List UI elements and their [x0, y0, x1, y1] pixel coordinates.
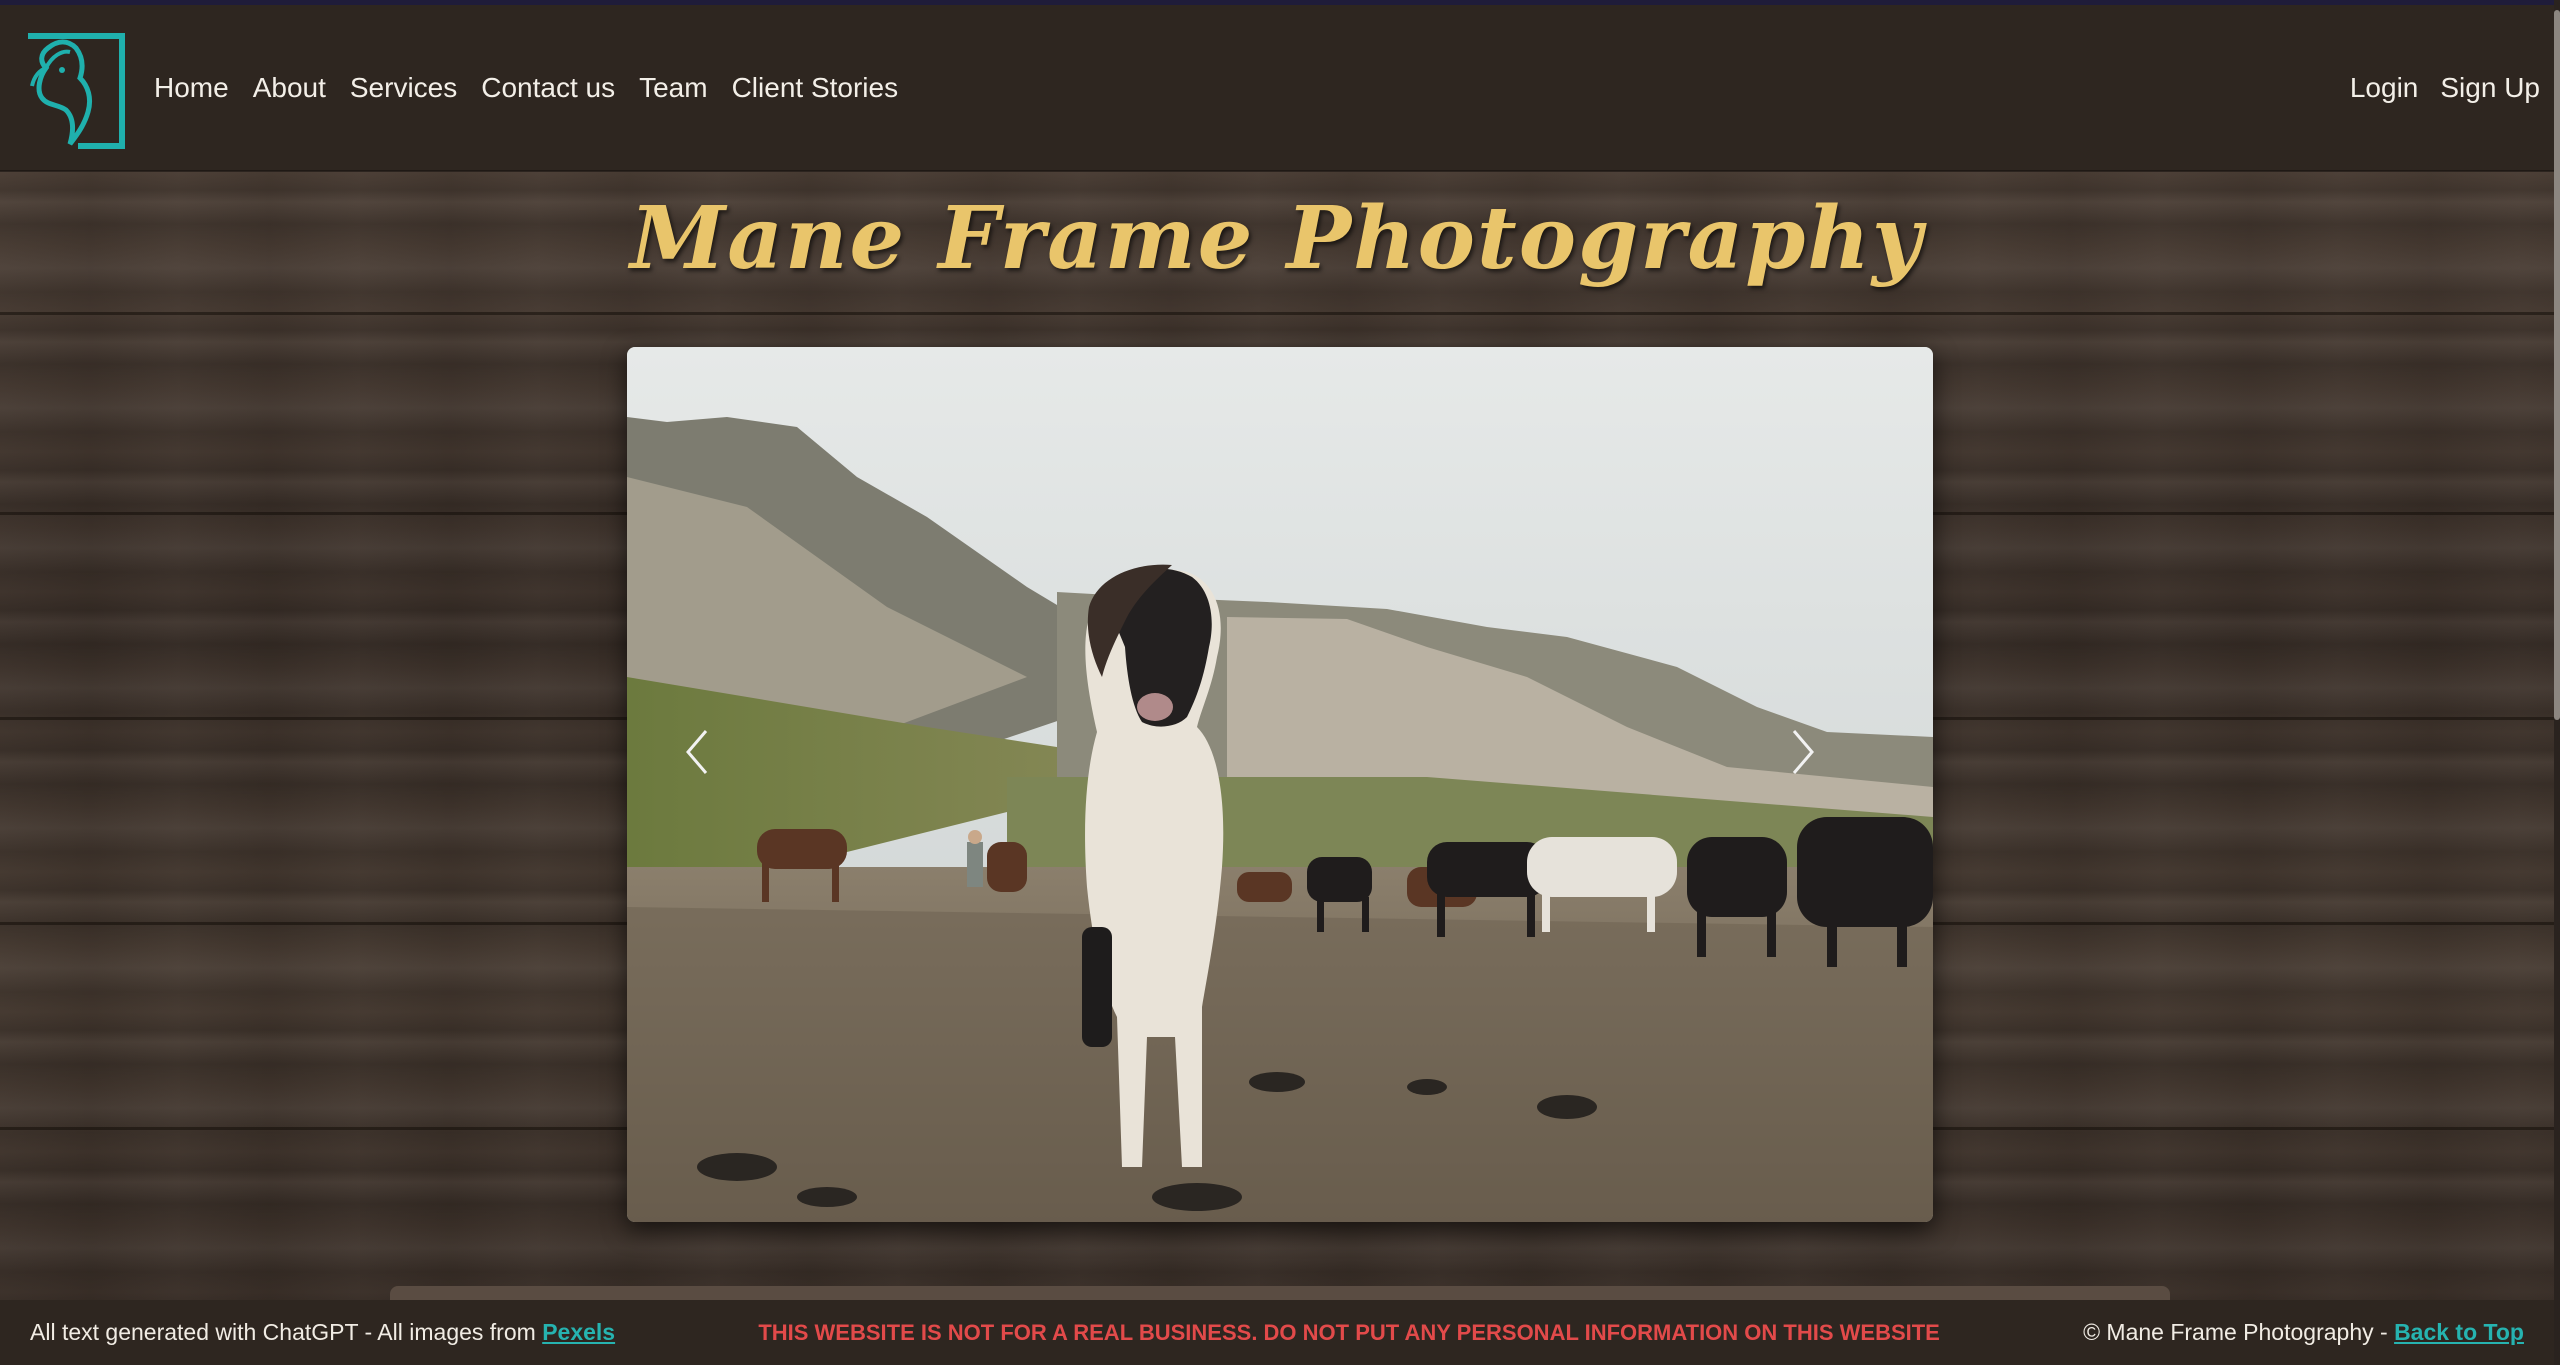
nav-team[interactable]: Team — [639, 72, 707, 104]
signup-link[interactable]: Sign Up — [2440, 72, 2540, 104]
footer-copyright: © Mane Frame Photography - Back to Top — [2083, 1319, 2524, 1346]
site-title: Mane Frame Photography — [630, 188, 1924, 289]
nav-about[interactable]: About — [253, 72, 326, 104]
footer: All text generated with ChatGPT - All im… — [0, 1300, 2554, 1365]
footer-credit: All text generated with ChatGPT - All im… — [30, 1319, 615, 1346]
main-nav: Home About Services Contact us Team Clie… — [154, 72, 922, 104]
back-to-top-link[interactable]: Back to Top — [2394, 1319, 2524, 1345]
chevron-right-icon — [1792, 730, 1814, 774]
carousel-prev-button[interactable] — [682, 727, 772, 837]
plank-divider — [0, 312, 2554, 315]
auth-links: Login Sign Up — [2328, 72, 2540, 104]
nav-home[interactable]: Home — [154, 72, 229, 104]
carousel-image-horses — [627, 347, 1933, 1222]
pexels-link[interactable]: Pexels — [542, 1319, 615, 1345]
nav-services[interactable]: Services — [350, 72, 457, 104]
nav-client-stories[interactable]: Client Stories — [732, 72, 899, 104]
carousel-next-button[interactable] — [1788, 727, 1878, 837]
footer-credit-text: All text generated with ChatGPT - All im… — [30, 1319, 543, 1345]
scrollbar-thumb[interactable] — [2554, 10, 2560, 720]
chevron-left-icon — [686, 730, 708, 774]
horse-head-logo-icon[interactable] — [18, 26, 126, 150]
photo-carousel[interactable] — [627, 347, 1933, 1222]
navbar: Home About Services Contact us Team Clie… — [0, 5, 2560, 171]
content-panel-top — [390, 1286, 2170, 1300]
login-link[interactable]: Login — [2350, 72, 2419, 104]
copyright-text: © Mane Frame Photography - — [2083, 1319, 2395, 1345]
footer-warning: THIS WEBSITE IS NOT FOR A REAL BUSINESS.… — [758, 1319, 1940, 1345]
nav-contact-us[interactable]: Contact us — [481, 72, 615, 104]
